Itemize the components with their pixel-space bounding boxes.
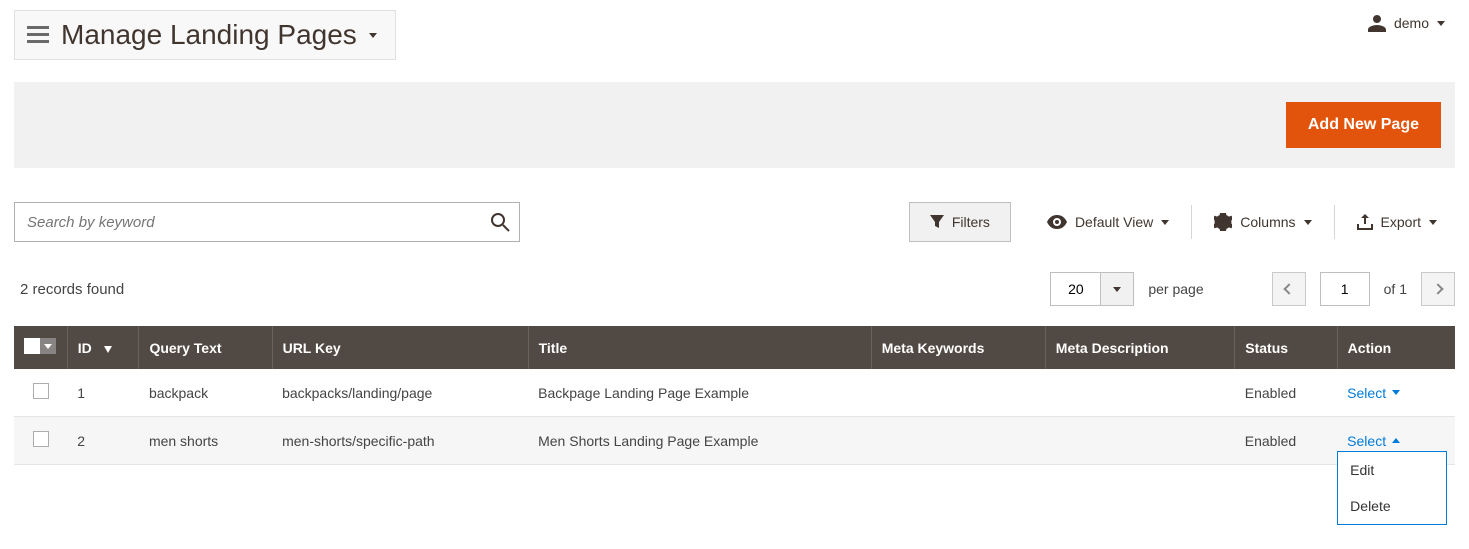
header-action[interactable]: Action [1337,326,1455,369]
cell-id: 2 [67,417,139,465]
action-bar: Add New Page [14,82,1455,168]
cell-status: Enabled [1235,369,1337,417]
user-icon [1368,14,1386,32]
default-view-button[interactable]: Default View [1029,202,1187,242]
cell-mk [871,369,1045,417]
dropdown-item-delete[interactable]: Delete [1338,488,1446,524]
cell-url: backpacks/landing/page [272,369,528,417]
divider [1334,205,1335,239]
action-select-label: Select [1347,433,1386,449]
header-url-key[interactable]: URL Key [272,326,528,369]
records-found-label: 2 records found [14,281,124,298]
chevron-right-icon [1432,283,1443,294]
cell-title: Backpage Landing Page Example [528,369,871,417]
hamburger-icon [27,26,49,44]
select-all-checkbox[interactable] [24,338,40,354]
cell-mk [871,417,1045,465]
cell-query: backpack [139,369,272,417]
next-page-button[interactable] [1421,272,1455,306]
action-select[interactable]: Select [1347,385,1400,401]
table-row[interactable]: 1 backpack backpacks/landing/page Backpa… [14,369,1455,417]
chevron-up-icon [1392,438,1400,443]
header-query-text[interactable]: Query Text [139,326,272,369]
chevron-down-icon [1437,21,1445,26]
header-meta-keywords[interactable]: Meta Keywords [871,326,1045,369]
landing-pages-table: ID Query Text URL Key Title Meta Keyword… [14,326,1455,465]
filters-button[interactable]: Filters [909,202,1011,242]
right-controls: Filters Default View Columns [909,202,1455,242]
cell-id: 1 [67,369,139,417]
of-pages-label: of 1 [1384,281,1407,297]
page-title: Manage Landing Pages [61,19,357,51]
export-button[interactable]: Export [1339,202,1455,242]
header-meta-description[interactable]: Meta Description [1045,326,1234,369]
chevron-down-icon [1161,220,1169,225]
current-page-input[interactable] [1320,272,1370,306]
dropdown-item-edit[interactable]: Edit [1338,452,1446,488]
columns-button[interactable]: Columns [1196,202,1329,242]
divider [1191,205,1192,239]
pagination-row: 2 records found per page of 1 [14,272,1455,306]
default-view-label: Default View [1075,214,1153,230]
chevron-left-icon [1283,283,1294,294]
cell-md [1045,369,1234,417]
search-wrap [14,202,520,242]
cell-query: men shorts [139,417,272,465]
cell-title: Men Shorts Landing Page Example [528,417,871,465]
action-dropdown: Edit Delete [1337,451,1447,525]
search-input[interactable] [14,202,520,242]
action-select-label: Select [1347,385,1386,401]
page-size-dropdown[interactable] [1100,272,1134,306]
table-row[interactable]: 2 men shorts men-shorts/specific-path Me… [14,417,1455,465]
header-status[interactable]: Status [1235,326,1337,369]
sort-arrow-icon [104,346,112,353]
cell-status: Enabled [1235,417,1337,465]
chevron-down-icon [1304,220,1312,225]
export-label: Export [1381,214,1421,230]
cell-md [1045,417,1234,465]
per-page-label: per page [1148,281,1203,297]
select-all-dropdown[interactable] [40,338,56,354]
user-menu[interactable]: demo [1368,14,1445,32]
page-title-wrap[interactable]: Manage Landing Pages [14,10,396,60]
header-id[interactable]: ID [67,326,139,369]
add-new-page-button[interactable]: Add New Page [1286,102,1441,148]
header-checkbox[interactable] [14,326,67,369]
chevron-down-icon [1392,390,1400,395]
pager-controls: per page of 1 [1050,272,1455,306]
prev-page-button[interactable] [1272,272,1306,306]
header-title[interactable]: Title [528,326,871,369]
user-name: demo [1394,15,1429,31]
search-icon[interactable] [490,212,510,232]
page-size-input[interactable] [1050,272,1100,306]
gear-icon [1214,213,1232,231]
chevron-down-icon [1429,220,1437,225]
filters-label: Filters [952,214,990,230]
row-checkbox[interactable] [33,431,49,447]
eye-icon [1047,215,1067,229]
columns-label: Columns [1240,214,1295,230]
chevron-down-icon [1113,287,1121,292]
controls-row: Filters Default View Columns [14,202,1455,242]
export-icon [1357,214,1373,230]
title-caret-icon [369,33,377,38]
row-checkbox[interactable] [33,383,49,399]
funnel-icon [930,215,944,229]
cell-url: men-shorts/specific-path [272,417,528,465]
action-select[interactable]: Select [1347,433,1400,449]
